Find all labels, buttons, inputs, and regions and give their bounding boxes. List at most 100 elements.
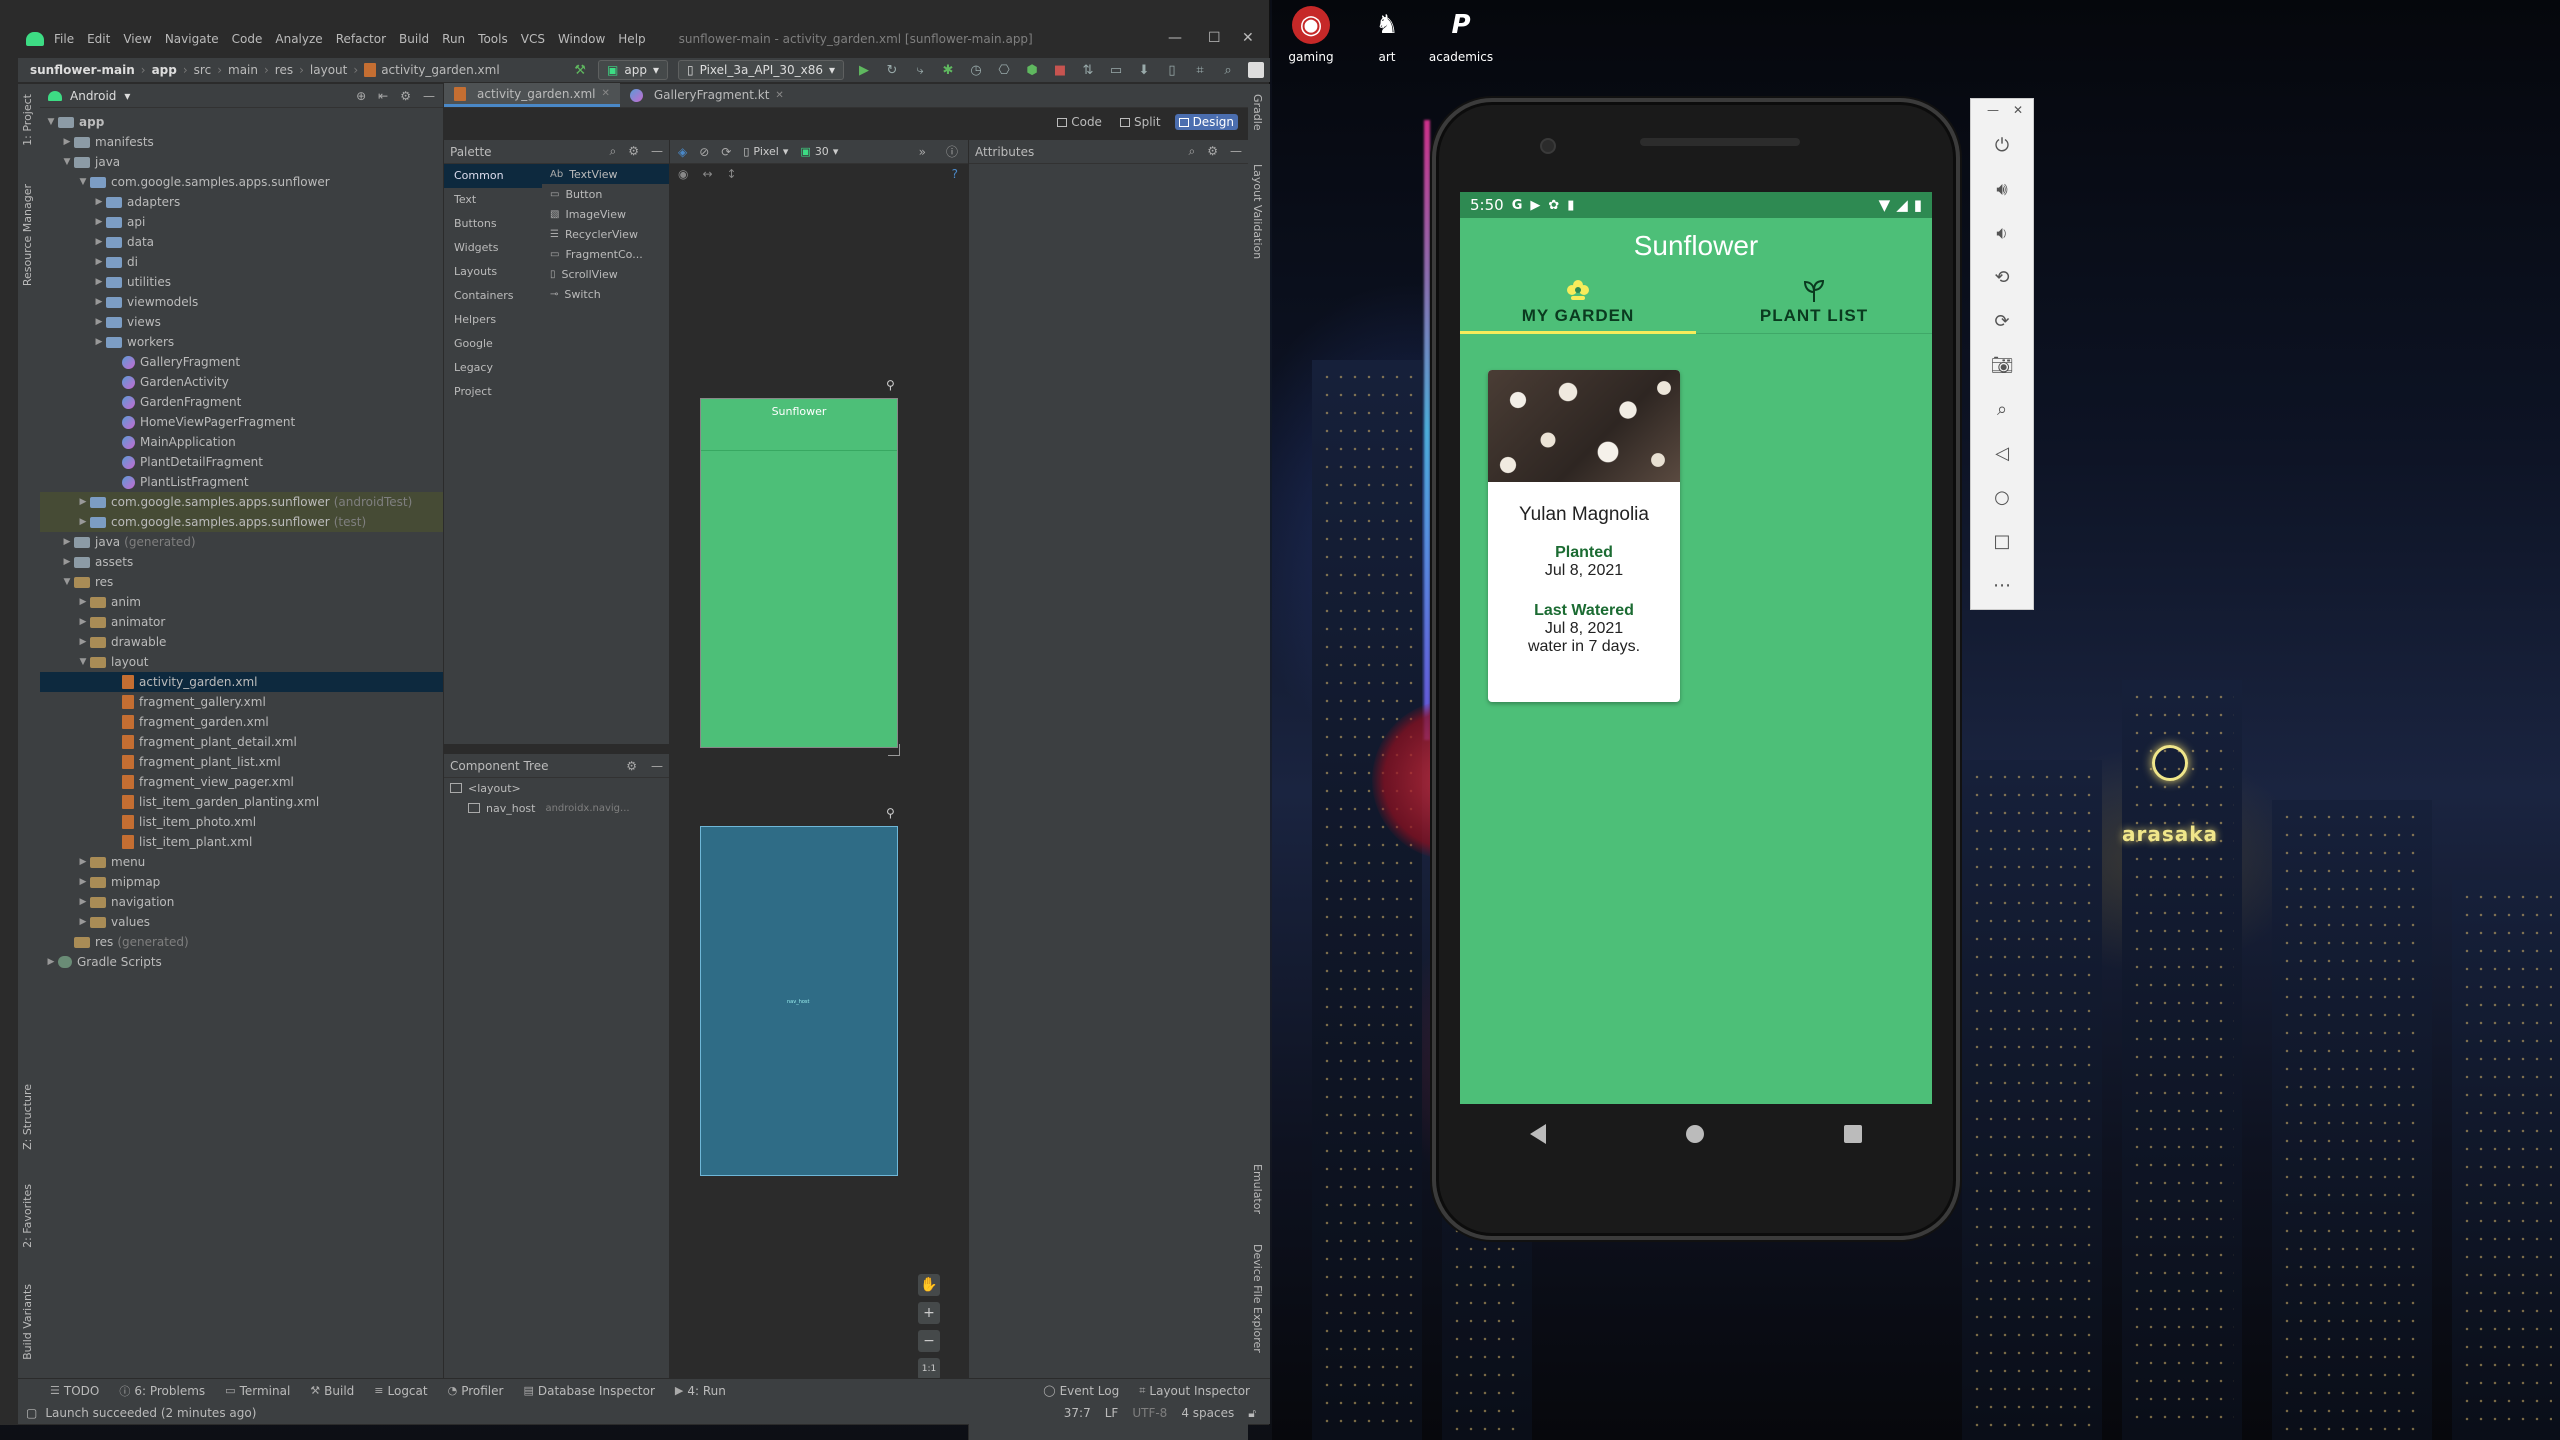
hammer-icon[interactable]: ⚒: [572, 62, 588, 78]
gear-icon[interactable]: ⚙: [628, 144, 639, 159]
component-row[interactable]: <layout>: [444, 778, 669, 798]
chevron-right-icon[interactable]: ▶: [76, 897, 90, 907]
tree-item[interactable]: activity_garden.xml: [40, 672, 443, 692]
component-row[interactable]: nav_host androidx.navig...: [444, 798, 669, 818]
overview-icon[interactable]: □: [1971, 519, 2033, 563]
palette-item[interactable]: Ab TextView: [542, 164, 669, 184]
expand-icon[interactable]: »: [919, 145, 926, 159]
design-canvas[interactable]: ⚲ Sunflower ⚲ nav_host ✋ + − 1:1 ⬚: [670, 184, 968, 1408]
palette-item[interactable]: ☰ RecyclerView: [542, 224, 669, 244]
tool-tab-device-file-explorer[interactable]: Device File Explorer: [1251, 1244, 1264, 1353]
gear-icon[interactable]: ⚙: [400, 89, 411, 103]
chevron-right-icon[interactable]: ▶: [44, 957, 58, 967]
home-icon[interactable]: [1686, 1125, 1704, 1143]
tree-item[interactable]: ▶ menu: [40, 852, 443, 872]
file-encoding[interactable]: UTF-8: [1132, 1406, 1167, 1421]
zoom-in-icon[interactable]: +: [918, 1302, 940, 1324]
desktop-icon-academics[interactable]: P academics: [1426, 6, 1496, 64]
tree-item[interactable]: list_item_garden_planting.xml: [40, 792, 443, 812]
breadcrumb[interactable]: activity_garden.xml: [364, 63, 500, 77]
run-config-select[interactable]: ▣ app ▾: [598, 60, 668, 80]
menu-run[interactable]: Run: [442, 32, 465, 46]
chevron-right-icon[interactable]: ▶: [92, 197, 106, 207]
home-icon[interactable]: ○: [1971, 475, 2033, 519]
sync-icon[interactable]: ⇅: [1080, 62, 1096, 78]
chevron-right-icon[interactable]: ▶: [92, 217, 106, 227]
chevron-right-icon[interactable]: ▶: [92, 257, 106, 267]
orientation-icon[interactable]: ⟳: [721, 145, 731, 159]
breadcrumb-item[interactable]: res: [275, 63, 293, 77]
chevron-right-icon[interactable]: ▶: [92, 317, 106, 327]
chevron-down-icon[interactable]: ▼: [44, 117, 58, 127]
layout-inspector-icon[interactable]: ⌗: [1192, 62, 1208, 78]
menu-window[interactable]: Window: [558, 32, 605, 46]
chevron-right-icon[interactable]: ▶: [60, 557, 74, 567]
volume-up-icon[interactable]: 🔊︎: [1971, 167, 2033, 211]
breadcrumb-item[interactable]: src: [194, 63, 212, 77]
back-icon[interactable]: [1530, 1124, 1546, 1144]
line-separator[interactable]: LF: [1105, 1406, 1119, 1421]
tree-item[interactable]: ▶ api: [40, 212, 443, 232]
desktop-icon-art[interactable]: ♞ art: [1352, 6, 1422, 64]
tree-item[interactable]: ▶ data: [40, 232, 443, 252]
chevron-right-icon[interactable]: ▶: [92, 237, 106, 247]
margin-icon[interactable]: ↔: [702, 167, 712, 181]
tool-profiler[interactable]: ◔ Profiler: [448, 1384, 504, 1398]
tree-item[interactable]: MainApplication: [40, 432, 443, 452]
locate-icon[interactable]: ⊕: [356, 89, 366, 103]
close-tab-icon[interactable]: ✕: [775, 90, 783, 101]
chevron-right-icon[interactable]: ▶: [60, 137, 74, 147]
tree-item[interactable]: GalleryFragment: [40, 352, 443, 372]
zoom-out-icon[interactable]: −: [918, 1330, 940, 1352]
tool-terminal[interactable]: ▭ Terminal: [225, 1384, 290, 1398]
tool-todo[interactable]: ☰ TODO: [50, 1384, 99, 1398]
design-mode-button[interactable]: Design: [1174, 114, 1238, 130]
chevron-right-icon[interactable]: ▶: [92, 277, 106, 287]
code-mode-button[interactable]: Code: [1053, 114, 1106, 130]
design-preview[interactable]: Sunflower: [700, 398, 898, 748]
tool-tab-structure[interactable]: Z: Structure: [21, 1084, 34, 1150]
close-icon[interactable]: ✕: [1242, 30, 1254, 46]
desktop-icon-gaming[interactable]: ◉ gaming: [1276, 6, 1346, 64]
tree-item[interactable]: HomeViewPagerFragment: [40, 412, 443, 432]
chevron-down-icon[interactable]: ▼: [76, 177, 90, 187]
chevron-down-icon[interactable]: ▼: [60, 157, 74, 167]
hide-icon[interactable]: —: [1230, 144, 1242, 159]
gear-icon[interactable]: ⚙: [1207, 144, 1218, 159]
menu-vcs[interactable]: VCS: [521, 32, 545, 46]
tool-tab-layout-validation[interactable]: Layout Validation: [1251, 164, 1264, 259]
chevron-right-icon[interactable]: ▶: [76, 497, 90, 507]
tree-item[interactable]: fragment_plant_detail.xml: [40, 732, 443, 752]
tool-tab-project[interactable]: 1: Project: [21, 94, 34, 146]
palette-category[interactable]: Project: [444, 380, 542, 404]
palette-category[interactable]: Buttons: [444, 212, 542, 236]
breadcrumb[interactable]: app ›: [152, 63, 188, 77]
device-preview-select[interactable]: ▯ Pixel ▾: [743, 145, 788, 158]
menu-view[interactable]: View: [123, 32, 151, 46]
tree-item[interactable]: ▼ com.google.samples.apps.sunflower: [40, 172, 443, 192]
breadcrumb[interactable]: res ›: [275, 63, 304, 77]
tree-item[interactable]: ▶ workers: [40, 332, 443, 352]
breadcrumb[interactable]: sunflower-main ›: [30, 63, 146, 77]
device-manager-icon[interactable]: ▯: [1164, 62, 1180, 78]
palette-category[interactable]: Text: [444, 188, 542, 212]
chevron-right-icon[interactable]: ▶: [76, 597, 90, 607]
tree-item[interactable]: ▶ di: [40, 252, 443, 272]
chevron-down-icon[interactable]: ▼: [76, 657, 90, 667]
palette-category[interactable]: Containers: [444, 284, 542, 308]
pan-icon[interactable]: ✋: [918, 1274, 940, 1296]
tree-item[interactable]: ▶ utilities: [40, 272, 443, 292]
chevron-right-icon[interactable]: ▶: [76, 517, 90, 527]
menu-code[interactable]: Code: [232, 32, 263, 46]
tool-database-inspector[interactable]: ▤ Database Inspector: [523, 1384, 654, 1398]
breadcrumb-item[interactable]: app: [152, 63, 177, 77]
tree-item[interactable]: GardenFragment: [40, 392, 443, 412]
tree-item[interactable]: ▶ Gradle Scripts: [40, 952, 443, 972]
tool-problems[interactable]: ⓘ 6: Problems: [119, 1383, 205, 1399]
status-message[interactable]: Launch succeeded (2 minutes ago): [45, 1406, 256, 1420]
run-icon[interactable]: ▶: [856, 62, 872, 78]
avd-manager-icon[interactable]: ▭: [1108, 62, 1124, 78]
rotate-right-icon[interactable]: ⟳: [1971, 299, 2033, 343]
power-icon[interactable]: ⏻: [1971, 123, 2033, 167]
breadcrumb-item[interactable]: activity_garden.xml: [381, 63, 499, 77]
